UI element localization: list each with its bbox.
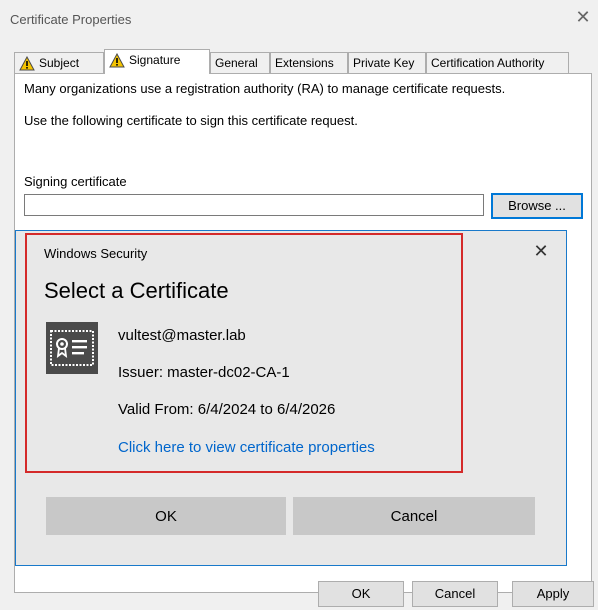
tab-extensions-label: Extensions	[275, 56, 334, 70]
tab-certification-authority[interactable]: Certification Authority	[426, 52, 569, 73]
warning-icon	[19, 56, 35, 71]
tab-extensions[interactable]: Extensions	[270, 52, 348, 73]
window-title: Certificate Properties	[10, 12, 132, 27]
tab-general-label: General	[215, 56, 258, 70]
tab-private-key-label: Private Key	[353, 56, 415, 70]
signing-certificate-label: Signing certificate	[24, 174, 127, 189]
security-cancel-button[interactable]: Cancel	[293, 497, 535, 535]
tab-signature-label: Signature	[129, 53, 181, 67]
tab-signature[interactable]: Signature	[104, 49, 210, 74]
security-dialog-close-button[interactable]: ✕	[530, 240, 552, 262]
warning-icon	[109, 53, 125, 68]
ra-description: Many organizations use a registration au…	[24, 81, 506, 96]
ok-button[interactable]: OK	[318, 581, 404, 607]
security-ok-button[interactable]: OK	[46, 497, 286, 535]
signing-certificate-field[interactable]	[24, 194, 484, 216]
tab-certification-authority-label: Certification Authority	[431, 56, 545, 70]
tab-private-key[interactable]: Private Key	[348, 52, 426, 73]
tab-subject[interactable]: Subject	[14, 52, 104, 73]
tab-subject-label: Subject	[39, 56, 80, 70]
browse-button[interactable]: Browse ...	[491, 193, 583, 219]
cancel-button[interactable]: Cancel	[412, 581, 498, 607]
highlight-box	[25, 233, 463, 473]
window-close-button[interactable]: ✕	[572, 6, 594, 28]
sign-instruction: Use the following certificate to sign th…	[24, 113, 358, 128]
tab-general[interactable]: General	[210, 52, 270, 73]
apply-button[interactable]: Apply	[512, 581, 594, 607]
